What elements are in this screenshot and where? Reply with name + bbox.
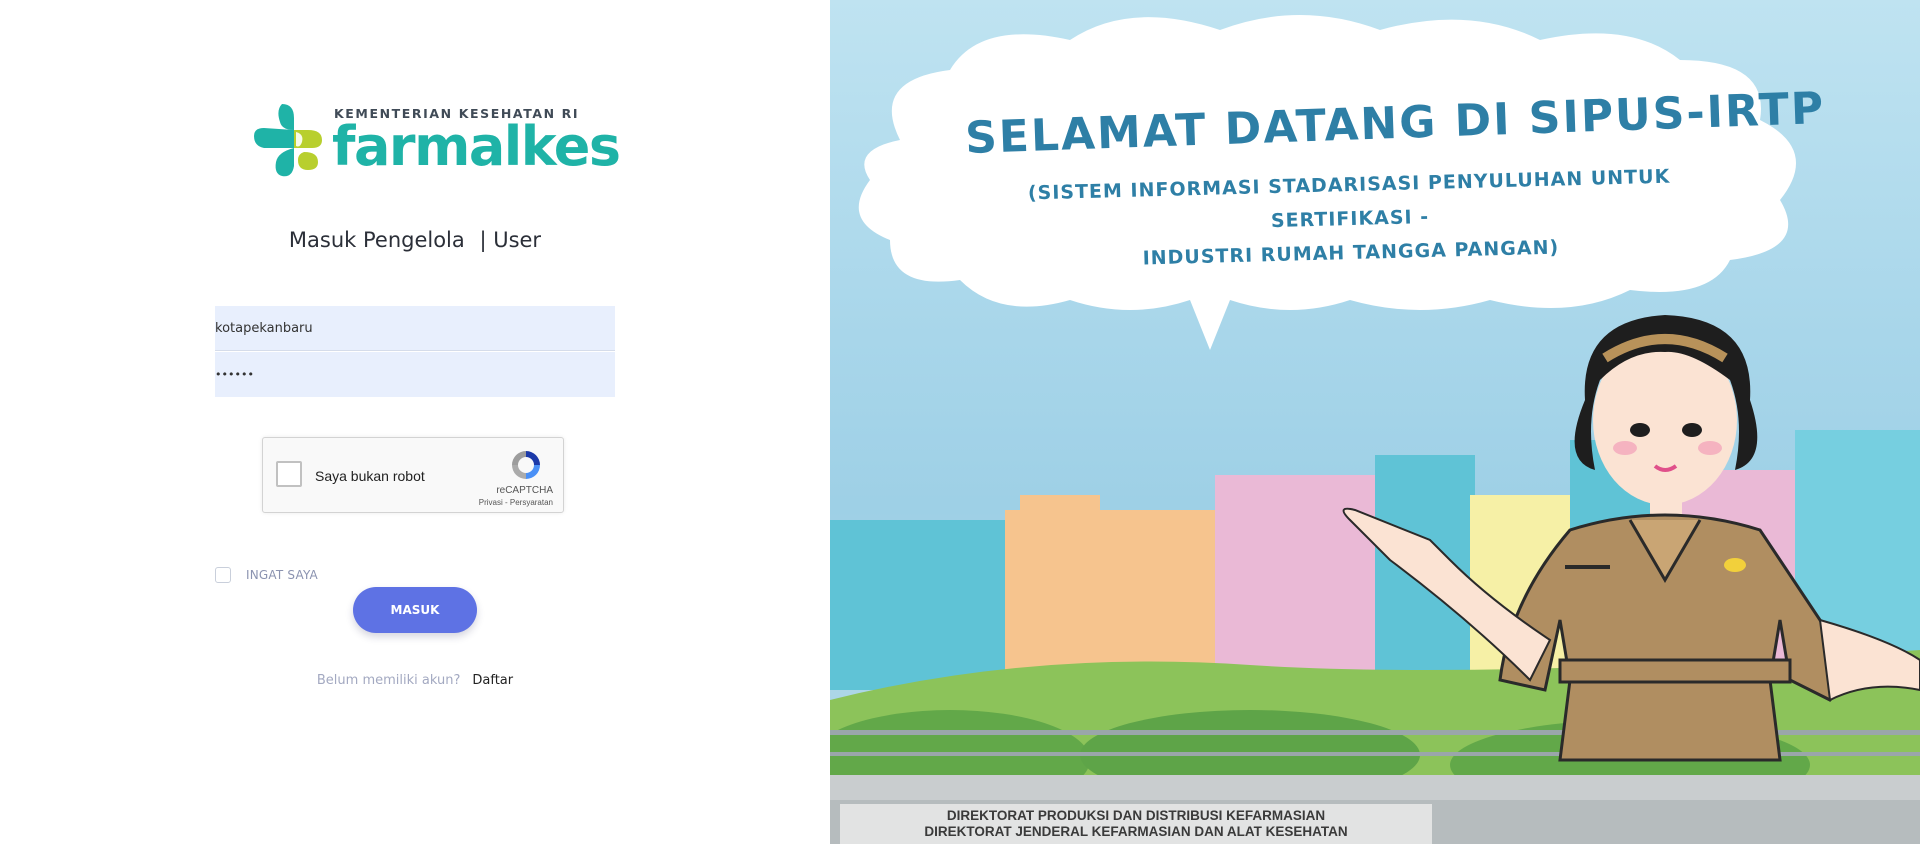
recaptcha-brand: reCAPTCHA <box>496 485 553 496</box>
remember-me-checkbox[interactable] <box>215 567 231 583</box>
password-value: •••••• <box>215 368 254 381</box>
signup-link[interactable]: Daftar <box>472 673 513 688</box>
signup-row: Belum memiliki akun? Daftar <box>0 673 830 688</box>
recaptcha-logo-icon <box>512 451 540 479</box>
login-panel: KEMENTERIAN KESEHATAN RI farmalkes Masuk… <box>0 0 830 844</box>
logo-wordmark: farmalkes <box>332 115 621 178</box>
tab-masuk-pengelola[interactable]: Masuk Pengelola <box>289 228 465 252</box>
recaptcha-widget: Saya bukan robot reCAPTCHA Privasi - Per… <box>262 437 564 513</box>
login-button[interactable]: MASUK <box>353 587 477 633</box>
login-mode-tabs: Masuk Pengelola | User <box>0 228 830 252</box>
remember-me-label[interactable]: INGAT SAYA <box>246 568 318 582</box>
recaptcha-label: Saya bukan robot <box>315 468 425 484</box>
welcome-banner: SELAMAT DATANG DI SIPUS-IRTP (SISTEM INF… <box>830 0 1920 844</box>
recaptcha-links[interactable]: Privasi - Persyaratan <box>263 498 553 507</box>
password-field[interactable]: •••••• <box>215 352 615 397</box>
tab-user[interactable]: | User <box>479 228 541 252</box>
footer-line-2: DIREKTORAT JENDERAL KEFARMASIAN DAN ALAT… <box>924 824 1348 839</box>
username-value: kotapekanbaru <box>215 320 313 336</box>
remember-me: INGAT SAYA <box>215 567 318 583</box>
welcome-subheading: (SISTEM INFORMASI STADARISASI PENYULUHAN… <box>959 158 1741 280</box>
footer-line-1: DIREKTORAT PRODUKSI DAN DISTRIBUSI KEFAR… <box>946 808 1326 823</box>
recaptcha-checkbox[interactable] <box>276 461 302 487</box>
farmalkes-emblem-icon <box>254 104 322 177</box>
signup-question: Belum memiliki akun? <box>316 673 461 688</box>
username-field[interactable]: kotapekanbaru <box>215 306 615 351</box>
